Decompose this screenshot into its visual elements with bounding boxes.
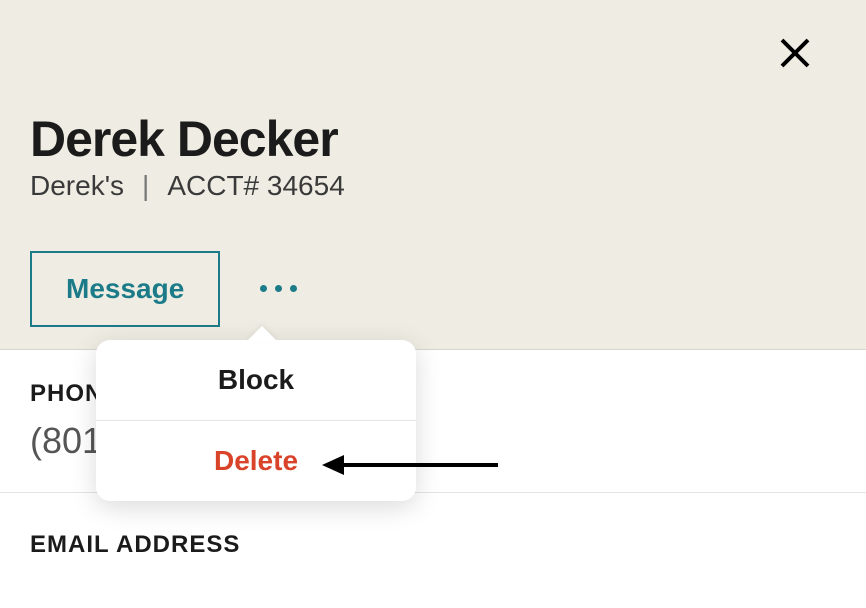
dots-icon bbox=[275, 285, 282, 292]
contact-header: Derek Decker Derek's | ACCT# 34654 bbox=[0, 0, 866, 228]
more-options-popover: Block Delete bbox=[96, 340, 416, 501]
message-button[interactable]: Message bbox=[30, 251, 220, 327]
account-number: ACCT# 34654 bbox=[167, 170, 344, 202]
separator: | bbox=[142, 170, 149, 202]
email-section: EMAIL ADDRESS bbox=[0, 493, 866, 589]
contact-subline: Derek's | ACCT# 34654 bbox=[30, 170, 836, 202]
contact-group: Derek's bbox=[30, 170, 124, 202]
more-options-button[interactable] bbox=[250, 275, 307, 302]
dots-icon bbox=[260, 285, 267, 292]
contact-name: Derek Decker bbox=[30, 110, 836, 168]
block-option[interactable]: Block bbox=[96, 340, 416, 420]
close-icon[interactable] bbox=[780, 38, 810, 68]
delete-option[interactable]: Delete bbox=[96, 421, 416, 501]
dots-icon bbox=[290, 285, 297, 292]
email-section-label: EMAIL ADDRESS bbox=[30, 531, 836, 559]
action-bar: Message bbox=[0, 228, 866, 350]
